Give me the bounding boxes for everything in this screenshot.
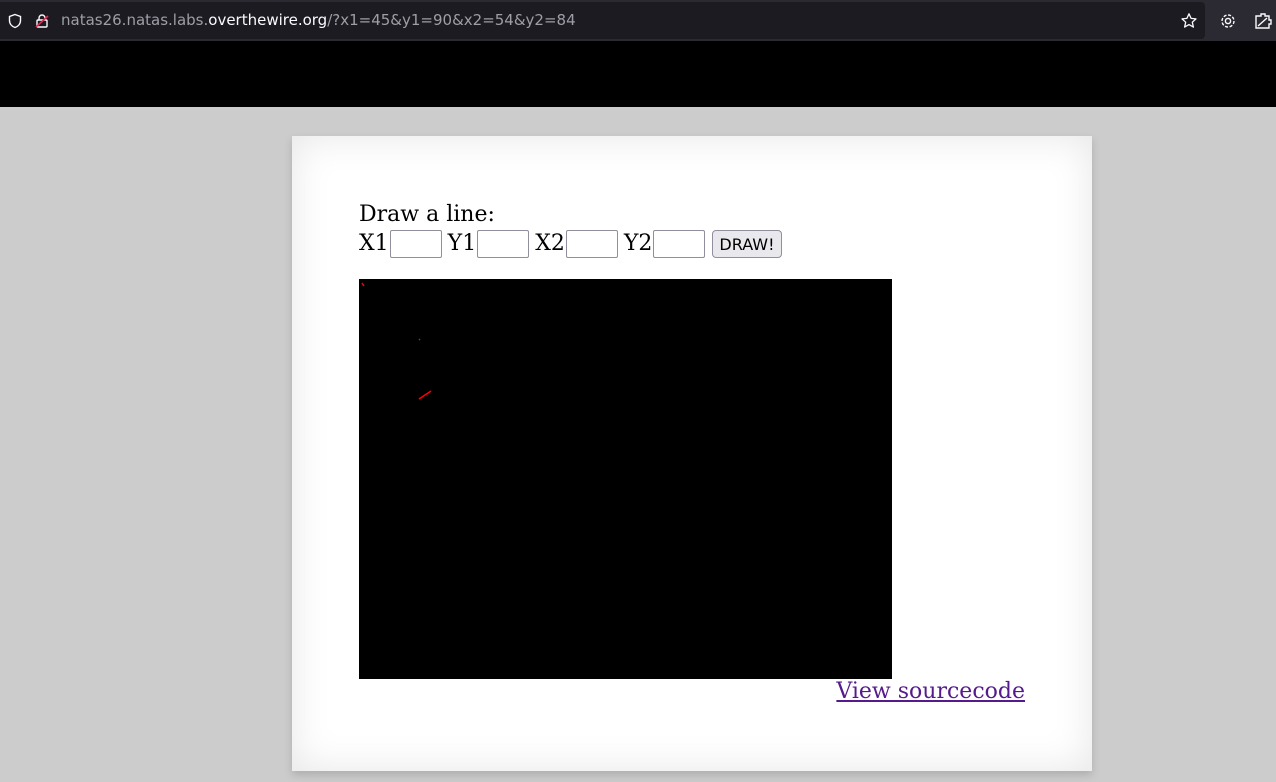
y2-input[interactable]	[653, 230, 706, 258]
x1-label: X1	[359, 231, 389, 256]
content-card: Draw a line: X1 Y1 X2 Y2 DRAW! View sour…	[292, 136, 1092, 771]
draw-button[interactable]: DRAW!	[712, 230, 782, 258]
x2-input[interactable]	[565, 230, 618, 258]
extension-icon[interactable]	[1252, 0, 1276, 41]
drawn-line-2	[418, 338, 421, 341]
drawing-image	[359, 279, 892, 679]
shield-icon[interactable]	[6, 2, 24, 39]
x2-label: X2	[535, 231, 565, 256]
view-sourcecode-link[interactable]: View sourcecode	[836, 678, 1025, 706]
y1-label: Y1	[447, 231, 477, 256]
drawn-line-3	[418, 390, 432, 400]
star-icon[interactable]	[1178, 2, 1200, 39]
drawn-line-1	[361, 282, 365, 287]
url-suffix: /?x1=45&y1=90&x2=54&y2=84	[327, 11, 576, 29]
page-header-band	[0, 41, 1276, 107]
page-heading: Draw a line:	[359, 202, 495, 227]
x1-input[interactable]	[389, 230, 442, 258]
url-host: overthewire.org	[208, 11, 328, 29]
url-text[interactable]: natas26.natas.labs.overthewire.org/?x1=4…	[61, 2, 576, 39]
y1-input[interactable]	[477, 230, 530, 258]
url-prefix: natas26.natas.labs.	[61, 11, 209, 29]
y2-label: Y2	[623, 231, 653, 256]
gear-icon[interactable]	[1216, 0, 1240, 41]
lock-icon[interactable]	[33, 2, 51, 39]
browser-toolbar: natas26.natas.labs.overthewire.org/?x1=4…	[0, 0, 1276, 41]
draw-line-form: X1 Y1 X2 Y2 DRAW!	[359, 229, 782, 259]
address-bar[interactable]: natas26.natas.labs.overthewire.org/?x1=4…	[0, 2, 1205, 39]
